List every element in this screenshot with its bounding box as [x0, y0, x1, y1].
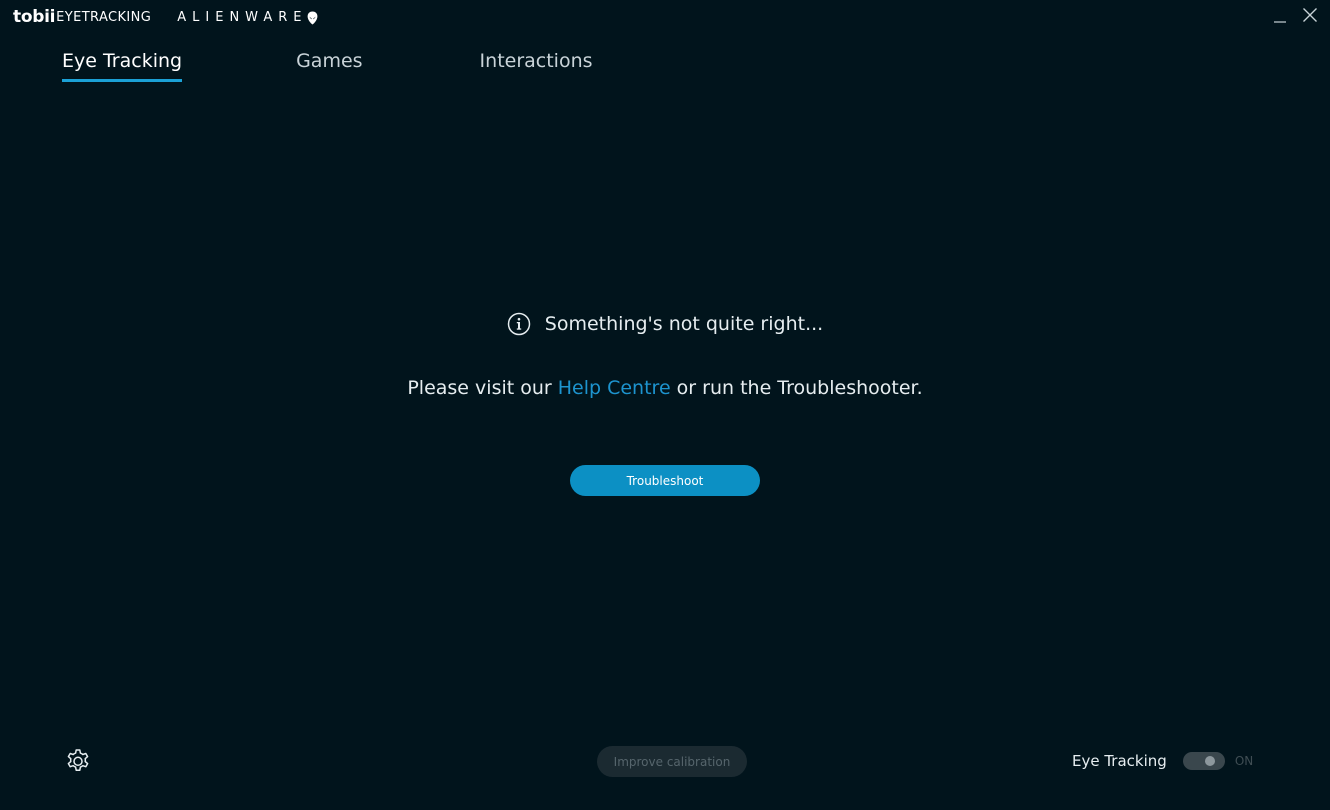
help-prefix: Please visit our: [407, 377, 558, 399]
settings-button[interactable]: [64, 747, 92, 775]
status-text: Something's not quite right...: [544, 313, 824, 335]
help-message: Please visit our Help Centre or run the …: [0, 377, 1330, 399]
tab-games[interactable]: Games: [296, 50, 362, 82]
tobii-app-window: tobii EYETRACKING ALIENWARE Eye Tracking: [0, 0, 1330, 810]
window-controls: [1272, 6, 1318, 24]
tab-eye-tracking[interactable]: Eye Tracking: [62, 50, 183, 82]
eye-tracking-toggle-label: Eye Tracking: [1072, 752, 1167, 770]
info-icon: [507, 312, 531, 336]
close-icon: [1303, 8, 1317, 22]
minimize-icon: [1274, 21, 1286, 23]
tobii-logo: tobii: [13, 7, 56, 27]
tab-interactions[interactable]: Interactions: [480, 50, 593, 82]
brand-header: tobii EYETRACKING ALIENWARE: [13, 5, 318, 29]
alienware-logo-text: ALIENWARE: [177, 9, 308, 25]
eye-tracking-toggle[interactable]: [1182, 752, 1225, 770]
eyetracking-logo-text: EYETRACKING: [56, 9, 152, 25]
troubleshoot-button[interactable]: Troubleshoot: [570, 465, 760, 496]
help-suffix: or run the Troubleshooter.: [670, 377, 923, 399]
minimize-button[interactable]: [1272, 6, 1288, 24]
main-tabs: Eye Tracking Games Interactions: [62, 50, 593, 82]
toggle-knob: [1204, 756, 1215, 766]
toggle-state-text: ON: [1234, 754, 1254, 768]
help-centre-link[interactable]: Help Centre: [558, 377, 671, 399]
gear-icon: [67, 749, 89, 771]
status-message: Something's not quite right...: [0, 312, 1330, 336]
improve-calibration-button[interactable]: Improve calibration: [597, 746, 747, 777]
eye-tracking-toggle-group: Eye Tracking ON: [1072, 752, 1253, 770]
close-button[interactable]: [1302, 6, 1318, 24]
alien-head-icon: [307, 10, 318, 25]
